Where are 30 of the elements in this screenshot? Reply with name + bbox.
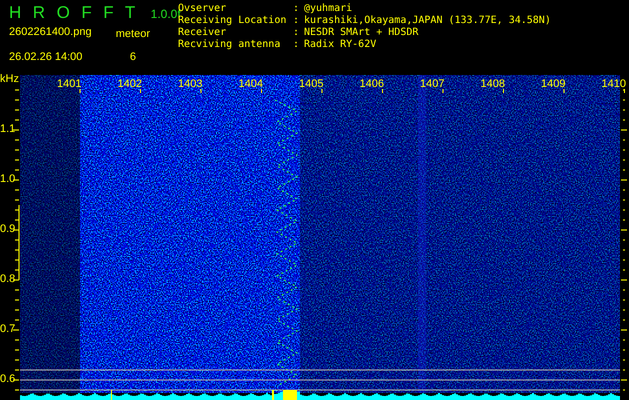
- app-title: H R O F F T: [9, 2, 139, 24]
- info-value: Radix RY-62V: [304, 39, 376, 51]
- info-value: @yuhmari: [304, 3, 352, 15]
- meteor-label: meteor: [116, 27, 150, 42]
- time-axis-label: 1408: [480, 78, 506, 91]
- info-separator: :: [293, 3, 300, 15]
- info-label: Recviving antenna: [178, 39, 282, 51]
- time-axis-label: 1407: [419, 78, 446, 91]
- timestamp: 26.02.26 14:00: [9, 50, 84, 64]
- time-axis-label: 1401: [56, 78, 82, 91]
- time-axis-label: 1409: [540, 78, 566, 91]
- time-axis-label: 1405: [298, 78, 324, 91]
- filename: 2602261400.png: [9, 25, 92, 40]
- time-axis-label: 1406: [358, 78, 385, 91]
- info-value: kurashiki,Okayama,JAPAN (133.77E, 34.58N): [304, 15, 551, 27]
- frequency-axis-label: 0.7: [0, 323, 16, 336]
- frequency-axis-label: 0.9: [0, 223, 16, 236]
- info-label: Receiving Location: [178, 15, 288, 27]
- info-label: Receiver: [178, 27, 228, 39]
- frequency-axis-label: 1.0: [0, 173, 16, 186]
- frequency-axis-label: 0.8: [0, 273, 16, 286]
- axis-unit-label: kHz: [0, 72, 19, 86]
- info-separator: :: [293, 27, 300, 39]
- info-value: NESDR SMArt + HDSDR: [304, 27, 418, 39]
- info-separator: :: [293, 15, 300, 27]
- frequency-axis-label: 0.6: [0, 373, 16, 386]
- info-separator: :: [293, 39, 300, 51]
- time-axis-label: 1410: [600, 78, 627, 91]
- meteor-count: 6: [130, 50, 136, 64]
- frequency-axis-label: 1.1: [0, 123, 16, 136]
